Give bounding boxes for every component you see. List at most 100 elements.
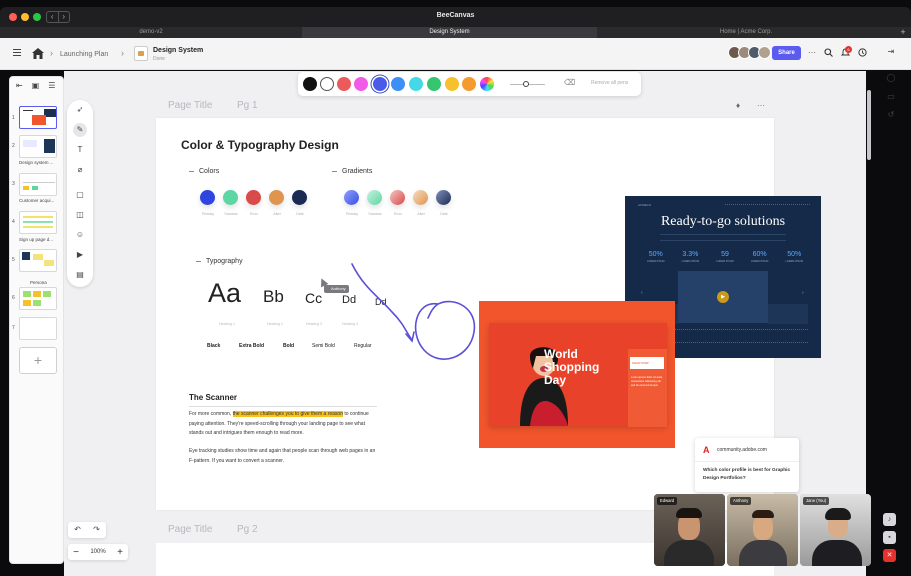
remove-all-pens-button[interactable]: Remove all pens [591, 80, 628, 86]
arrow-right-icon[interactable]: › [802, 290, 804, 296]
card-nav-links [725, 204, 810, 206]
slide-label: Design system ... [19, 160, 54, 165]
collapse-panel-icon[interactable]: ⇤ [16, 81, 23, 90]
slide-thumbnail-5[interactable] [19, 249, 57, 272]
comments-icon[interactable]: ▭ [885, 91, 897, 103]
new-tab-button[interactable]: + [895, 27, 911, 38]
history-icon[interactable]: ↺ [885, 109, 897, 121]
video-tool-icon[interactable]: ▶ [73, 248, 87, 262]
gradient-swatch-success [367, 190, 382, 205]
home-icon[interactable] [32, 48, 44, 59]
vertical-scrollbar[interactable] [867, 90, 871, 160]
sticky-note-tool-icon[interactable]: ▢ [73, 188, 87, 202]
chat-bubble-icon[interactable]: ▪ [883, 531, 896, 544]
redo-button[interactable]: ↷ [87, 522, 106, 538]
slide-thumbnail-2[interactable] [19, 135, 57, 158]
page-title[interactable]: Page Title [168, 524, 212, 535]
arrow-left-icon[interactable]: ‹ [641, 290, 643, 296]
slide-thumbnail-6[interactable] [19, 287, 57, 310]
tab-acme-home[interactable]: Home | Acme Corp. [597, 27, 895, 38]
slide-number: 3 [12, 181, 15, 187]
timer-icon[interactable] [855, 46, 869, 60]
tool-rail: ➶ ✎ T ⌀ ▢ ◫ ☺ ▶ ▤ [67, 100, 93, 287]
card-subheading [660, 234, 786, 241]
undo-button[interactable]: ↶ [68, 522, 87, 538]
color-swatch-label: Dark [296, 212, 304, 216]
type-label: Heading 4 [342, 322, 358, 326]
collaborator-avatars[interactable] [728, 46, 771, 59]
type-sample-h1: Aa [208, 278, 242, 308]
stat: 60% LOREM IPSUM [750, 251, 769, 263]
shape-tool-icon[interactable]: ◫ [73, 208, 87, 222]
zoom-in-button[interactable]: + [112, 547, 128, 558]
add-slide-button[interactable]: + [19, 347, 57, 374]
gradient-swatch-primary [344, 190, 359, 205]
pen-color-swatch[interactable] [409, 77, 423, 91]
scanner-paragraph-2: Eye tracking studies show time and again… [189, 448, 376, 464]
video-tile-anthony[interactable]: Anthony [727, 494, 798, 566]
gradient-swatch-alert [413, 190, 428, 205]
breadcrumb-launching-plan[interactable]: Launching Plan [60, 51, 108, 58]
attachment-tool-icon[interactable]: ⌀ [73, 163, 87, 177]
pen-size-handle[interactable] [523, 81, 529, 87]
slide-thumbnail-1[interactable] [19, 106, 57, 129]
participant-name: Anthony [730, 497, 752, 505]
history-controls: ↶ ↷ [68, 522, 106, 538]
eraser-icon[interactable]: ⌫ [564, 78, 575, 87]
pen-color-swatch[interactable] [391, 77, 405, 91]
page-title[interactable]: Page Title [168, 100, 212, 111]
pen-color-swatch[interactable] [427, 77, 441, 91]
pen-color-swatch[interactable] [373, 77, 387, 91]
collapse-right-panel-icon[interactable]: ⇥ [885, 46, 897, 58]
shopping-side-panel: SHOP NOW Lorem ipsum dolor sit amet cons… [628, 349, 667, 427]
menu-icon[interactable] [13, 49, 21, 58]
page-style-icon[interactable]: ♦ [736, 101, 740, 110]
link-url[interactable]: community.adobe.com [717, 447, 767, 453]
pen-color-swatch[interactable] [303, 77, 317, 91]
zoom-out-button[interactable]: − [68, 547, 84, 558]
pen-color-swatch[interactable] [462, 77, 476, 91]
outline-view-icon[interactable]: ☰ [48, 81, 55, 90]
pen-tool-icon[interactable]: ✎ [73, 123, 87, 137]
share-button[interactable]: Share [772, 46, 801, 60]
page-more-icon[interactable]: ··· [757, 101, 765, 110]
tab-design-system[interactable]: Design System [302, 27, 597, 38]
link-preview-card[interactable]: A community.adobe.com Which color profil… [695, 438, 799, 492]
app-title: BeeCanvas [436, 12, 475, 19]
shop-now-button[interactable]: SHOP NOW [630, 357, 664, 369]
pen-color-swatch[interactable] [320, 77, 334, 91]
card-video[interactable]: ▶ [678, 271, 768, 323]
video-tile-edward[interactable]: Edward [654, 494, 725, 566]
page-1[interactable]: Color & Typography Design Colors Gradien… [156, 118, 821, 510]
card-brand: ACMECO [638, 203, 652, 207]
shopping-day-card[interactable]: World Shopping Day SHOP NOW Lorem ipsum … [479, 301, 675, 448]
slide-number: 2 [12, 143, 15, 149]
video-tile-jane[interactable]: Jane (You) [800, 494, 871, 566]
slides-panel: ⇤ ▣ ☰ 1 2 Design system ... 3 Customer a… [9, 76, 64, 564]
slide-thumbnail-3[interactable] [19, 173, 57, 196]
chat-icon[interactable]: ◯ [885, 72, 897, 84]
document-title[interactable]: Design System [153, 47, 203, 54]
leave-call-icon[interactable]: ✕ [883, 549, 896, 562]
text-tool-icon[interactable]: T [73, 143, 87, 157]
pen-color-swatch[interactable] [337, 77, 351, 91]
slide-view-icon[interactable]: ▣ [32, 81, 40, 90]
pen-color-swatch[interactable] [480, 77, 494, 91]
microphone-icon[interactable]: ♪ [883, 513, 896, 526]
sticker-tool-icon[interactable]: ☺ [73, 228, 87, 242]
comment-tool-icon[interactable]: ▤ [73, 268, 87, 282]
tab-demo-v2[interactable]: demo-v2 [0, 27, 302, 38]
more-options-icon[interactable]: ··· [805, 46, 819, 60]
participant-name: Jane (You) [803, 497, 830, 505]
pen-color-swatch[interactable] [445, 77, 459, 91]
type-label: Heading 3 [306, 322, 322, 326]
stat: 3.3% LOREM IPSUM [681, 251, 700, 263]
play-icon[interactable]: ▶ [717, 291, 729, 303]
zoom-level[interactable]: 100% [84, 549, 112, 555]
slide-thumbnail-4[interactable] [19, 211, 57, 234]
pen-color-swatch[interactable] [354, 77, 368, 91]
search-icon[interactable] [821, 46, 835, 60]
slide-thumbnail-7[interactable] [19, 317, 57, 340]
select-tool-icon[interactable]: ➶ [73, 103, 87, 117]
app-header: › Launching Plan › Design System Done Sh… [0, 38, 911, 70]
